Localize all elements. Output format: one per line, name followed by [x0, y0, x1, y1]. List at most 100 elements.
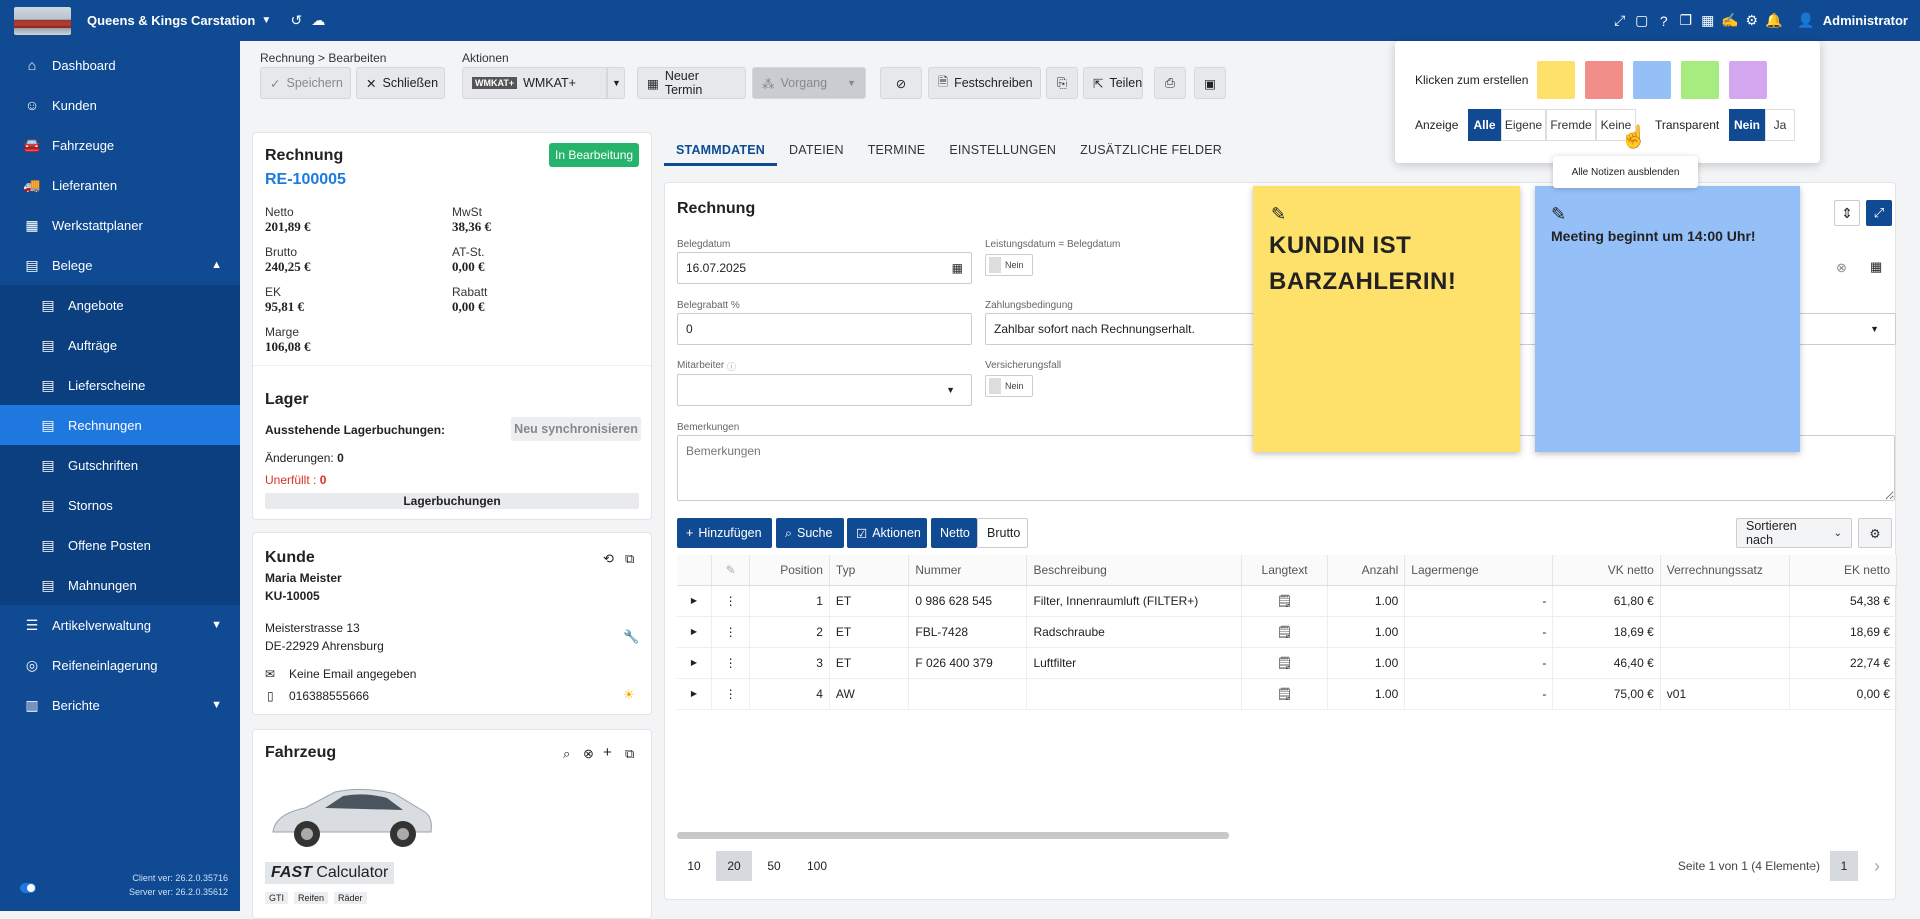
company-logo[interactable] — [14, 6, 71, 35]
tab-dateien[interactable]: DATEIEN — [777, 136, 856, 166]
theme-toggle[interactable] — [20, 883, 36, 893]
resync-button[interactable]: Neu synchronisieren — [511, 417, 641, 441]
col-verrechnungssatz[interactable]: Verrechnungssatz — [1660, 555, 1790, 586]
note-icon[interactable]: ▢ — [1631, 10, 1653, 32]
tag-reifen[interactable]: Reifen — [294, 892, 329, 904]
tag-gti[interactable]: GTI — [265, 892, 288, 904]
mitarbeiter-select[interactable]: ▼ — [677, 374, 972, 406]
filter-alle[interactable]: Alle — [1468, 109, 1501, 141]
sidebar-item-stornos[interactable]: ▤ Stornos — [0, 485, 240, 525]
calendar-icon[interactable]: ▦ — [1870, 259, 1882, 275]
search-button[interactable]: ⌕ Suche — [776, 518, 844, 548]
add-position-button[interactable]: + Hinzufügen — [677, 518, 772, 548]
sidebar-item-offene-posten[interactable]: ▤ Offene Posten — [0, 525, 240, 565]
export-button[interactable]: ⎘ — [1046, 67, 1078, 99]
horizontal-scrollbar[interactable] — [677, 832, 1229, 839]
sidebar-item-dashboard[interactable]: ⌂ Dashboard — [0, 45, 240, 85]
wrench-icon[interactable]: 🔧 — [623, 629, 639, 645]
tab-zusaetzliche-felder[interactable]: ZUSÄTZLICHE FELDER — [1068, 136, 1234, 166]
sidebar-item-auftraege[interactable]: ▤ Aufträge — [0, 325, 240, 365]
sidebar-item-lieferscheine[interactable]: ▤ Lieferscheine — [0, 365, 240, 405]
col-langtext[interactable]: Langtext — [1241, 555, 1328, 586]
transparent-nein[interactable]: Nein — [1729, 109, 1765, 141]
history-icon[interactable]: ⟲ — [603, 551, 614, 567]
bell-icon[interactable]: 🔔 — [1763, 10, 1785, 32]
pencil-icon[interactable]: ✎ — [1271, 204, 1286, 225]
sidebar-item-lieferanten[interactable]: 🚚 Lieferanten — [0, 165, 240, 205]
col-position[interactable]: Position — [749, 555, 830, 586]
col-anzahl[interactable]: Anzahl — [1327, 555, 1406, 586]
expand-icon[interactable]: ⤢ — [1609, 10, 1631, 32]
sidebar-item-werkstattplaner[interactable]: ▦ Werkstattplaner — [0, 205, 240, 245]
col-ek-netto[interactable]: EK netto — [1789, 555, 1898, 586]
customer-name[interactable]: Maria Meister — [265, 571, 342, 585]
company-name[interactable]: Queens & Kings Carstation — [87, 13, 255, 28]
sidebar-item-fahrzeuge[interactable]: 🚘 Fahrzeuge — [0, 125, 240, 165]
langtext-icon[interactable]: 🗒 — [1241, 647, 1328, 679]
open-external-icon[interactable]: ⧉ — [625, 551, 634, 567]
langtext-icon[interactable]: 🗒 — [1241, 616, 1328, 648]
more-icon[interactable]: ⋮ — [711, 678, 751, 710]
sign-icon[interactable]: ✍ — [1719, 10, 1741, 32]
col-lagermenge[interactable]: Lagermenge — [1404, 555, 1554, 586]
calendar-icon[interactable]: ▦ — [1697, 10, 1719, 32]
open-external-icon[interactable]: ⧉ — [625, 746, 634, 762]
grid-actions-button[interactable]: ☑ Aktionen — [847, 518, 927, 548]
note-color-green[interactable] — [1681, 61, 1719, 99]
note-color-yellow[interactable] — [1537, 61, 1575, 99]
sticky-note-blue[interactable]: ✎ Meeting beginnt um 14:00 Uhr! — [1535, 186, 1800, 452]
langtext-icon[interactable]: 🗒 — [1241, 585, 1328, 617]
cloud-icon[interactable]: ☁ — [307, 10, 329, 32]
chevron-down-icon[interactable]: ▼ — [255, 10, 277, 32]
settings-icon[interactable]: ⚙ — [1741, 10, 1763, 32]
table-row[interactable]: ▶ ⋮ 3 ET F 026 400 379 Luftfilter 🗒 1.00-46,4… — [677, 647, 1898, 679]
table-row[interactable]: ▶ ⋮ 4 AW 🗒 1.00-75,00 € v01 0,00 € — [677, 678, 1898, 710]
search-icon[interactable]: ⌕ — [563, 746, 570, 762]
fullscreen-icon[interactable]: ⤢ — [1866, 200, 1892, 226]
save-button[interactable]: ✓ Speichern — [260, 67, 351, 99]
clear-icon[interactable]: ⊗ — [1836, 260, 1847, 276]
remove-icon[interactable]: ⊗ — [583, 746, 594, 762]
sidebar-item-rechnungen[interactable]: ▤ Rechnungen — [0, 405, 240, 445]
leistungsdatum-toggle[interactable]: Nein — [985, 254, 1033, 276]
festschreiben-button[interactable]: 🗎 Festschreiben — [928, 67, 1041, 99]
sidebar-item-angebote[interactable]: ▤ Angebote — [0, 285, 240, 325]
table-row[interactable]: ▶ ⋮ 1 ET 0 986 628 545 Filter, Innenraumluft… — [677, 585, 1898, 617]
expand-icon[interactable]: ▶ — [677, 678, 712, 710]
sidebar-item-artikelverwaltung[interactable]: ☰ Artikelverwaltung ▼ — [0, 605, 240, 645]
more-icon[interactable]: ⋮ — [711, 585, 751, 617]
page-size-10[interactable]: 10 — [677, 851, 711, 881]
langtext-icon[interactable]: 🗒 — [1241, 678, 1328, 710]
add-icon[interactable]: + — [603, 744, 612, 761]
new-appointment-button[interactable]: ▦ Neuer Termin — [637, 67, 746, 99]
visibility-button[interactable]: ⊘ — [880, 67, 922, 99]
col-beschreibung[interactable]: Beschreibung — [1026, 555, 1243, 586]
wmkat-button[interactable]: WMKAT+ WMKAT+ — [462, 67, 607, 99]
col-typ[interactable]: Typ — [829, 555, 910, 586]
history-icon[interactable]: ↺ — [285, 10, 307, 32]
note-color-red[interactable] — [1585, 61, 1623, 99]
col-nummer[interactable]: Nummer — [908, 555, 1028, 586]
stock-bookings-button[interactable]: Lagerbuchungen — [265, 493, 639, 509]
sidebar-item-berichte[interactable]: ▥ Berichte ▼ — [0, 685, 240, 725]
page-size-50[interactable]: 50 — [756, 851, 792, 881]
sort-dropdown[interactable]: Sortieren nach ⌄ — [1736, 518, 1852, 548]
sidebar-item-kunden[interactable]: ☺ Kunden — [0, 85, 240, 125]
vorgang-button[interactable]: ⁂ Vorgang ▼ — [752, 67, 866, 99]
belegrabatt-field[interactable]: 0 — [677, 313, 972, 345]
sidebar-item-belege[interactable]: ▤ Belege ▲ — [0, 245, 240, 285]
transparent-ja[interactable]: Ja — [1765, 109, 1795, 141]
customer-phone[interactable]: 016388555666 — [289, 689, 369, 703]
sidebar-item-gutschriften[interactable]: ▤ Gutschriften — [0, 445, 240, 485]
close-button[interactable]: ✕ Schließen — [356, 67, 445, 99]
preview-button[interactable]: ▣ — [1194, 67, 1226, 99]
invoice-number[interactable]: RE-100005 — [265, 171, 346, 189]
pencil-icon[interactable]: ✎ — [1551, 204, 1566, 225]
prev-page-icon[interactable]: ‹ — [1798, 851, 1824, 881]
next-page-icon[interactable]: › — [1864, 851, 1890, 881]
more-icon[interactable]: ⋮ — [711, 616, 751, 648]
collapse-icon[interactable]: ⇕ — [1834, 200, 1860, 226]
more-icon[interactable]: ⋮ — [711, 647, 751, 679]
documents-icon[interactable]: ❐ — [1675, 10, 1697, 32]
tag-raeder[interactable]: Räder — [334, 892, 367, 904]
